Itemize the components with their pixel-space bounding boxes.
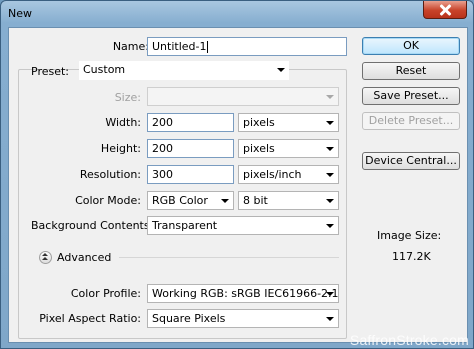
delete-preset-button[interactable]: Delete Preset... (362, 112, 460, 130)
title-bar[interactable]: New (1, 1, 473, 27)
image-size-label: Image Size: (377, 229, 442, 242)
advanced-toggle-icon[interactable] (39, 251, 52, 264)
size-select[interactable] (147, 87, 339, 106)
text-caret (207, 41, 209, 53)
chevron-down-icon (277, 68, 285, 72)
close-button[interactable] (423, 1, 467, 19)
advanced-divider (119, 257, 339, 258)
chevron-down-icon (326, 173, 334, 177)
background-contents-select[interactable]: Transparent (147, 216, 339, 235)
dialog-body: Name: Untitled-1 Preset: Custom Size: Wi… (8, 27, 468, 343)
close-icon (439, 4, 451, 16)
new-document-dialog: New Name: Untitled-1 Preset: Custom Size… (0, 0, 474, 349)
color-profile-value: Working RGB: sRGB IEC61966-2.1 (152, 287, 339, 300)
chevron-down-icon (326, 121, 334, 125)
ok-button[interactable]: OK (362, 37, 460, 55)
width-unit-select[interactable]: pixels (238, 113, 339, 132)
name-input[interactable]: Untitled-1 (147, 37, 347, 56)
color-mode-value: RGB Color (152, 194, 208, 207)
color-mode-label: Color Mode: (75, 194, 141, 207)
height-unit-select[interactable]: pixels (238, 139, 339, 158)
width-input[interactable]: 200 (147, 113, 234, 132)
chevron-down-icon (326, 199, 334, 203)
save-preset-button[interactable]: Save Preset... (362, 87, 460, 105)
pixel-aspect-ratio-select[interactable]: Square Pixels (147, 309, 339, 328)
chevron-down-icon (326, 317, 334, 321)
resolution-unit-value: pixels/inch (243, 168, 302, 181)
advanced-label[interactable]: Advanced (57, 251, 111, 264)
height-label: Height: (100, 142, 141, 155)
image-size-value: 117.2K (392, 250, 431, 263)
device-central-button[interactable]: Device Central... (362, 152, 460, 170)
watermark-text: SaffronStroke.com (349, 332, 469, 348)
color-mode-select[interactable]: RGB Color (147, 191, 234, 210)
preset-value: Custom (83, 63, 126, 76)
preset-select[interactable]: Custom (79, 61, 289, 80)
resolution-input[interactable]: 300 (147, 165, 234, 184)
chevron-down-icon (326, 147, 334, 151)
resolution-value: 300 (152, 168, 173, 181)
width-value: 200 (152, 116, 173, 129)
height-input[interactable]: 200 (147, 139, 234, 158)
pixel-aspect-ratio-value: Square Pixels (152, 312, 226, 325)
resolution-label: Resolution: (79, 168, 141, 181)
name-input-value: Untitled-1 (152, 40, 207, 53)
width-unit-value: pixels (243, 116, 275, 129)
chevron-down-icon (221, 199, 229, 203)
pixel-aspect-ratio-label: Pixel Aspect Ratio: (39, 312, 141, 325)
preset-label: Preset: (31, 65, 70, 78)
height-unit-value: pixels (243, 142, 275, 155)
resolution-unit-select[interactable]: pixels/inch (238, 165, 339, 184)
bit-depth-select[interactable]: 8 bit (238, 191, 339, 210)
width-label: Width: (105, 116, 141, 129)
chevron-down-icon (326, 95, 334, 99)
color-profile-label: Color Profile: (70, 287, 141, 300)
chevron-down-icon (326, 224, 334, 228)
color-profile-select[interactable]: Working RGB: sRGB IEC61966-2.1 (147, 284, 339, 303)
background-contents-label: Background Contents: (31, 219, 154, 232)
reset-button[interactable]: Reset (362, 62, 460, 80)
size-label: Size: (114, 91, 141, 104)
chevron-down-icon (326, 292, 334, 296)
window-title: New (8, 7, 32, 20)
name-label: Name: (112, 40, 149, 53)
background-contents-value: Transparent (152, 219, 218, 232)
bit-depth-value: 8 bit (243, 194, 268, 207)
height-value: 200 (152, 142, 173, 155)
